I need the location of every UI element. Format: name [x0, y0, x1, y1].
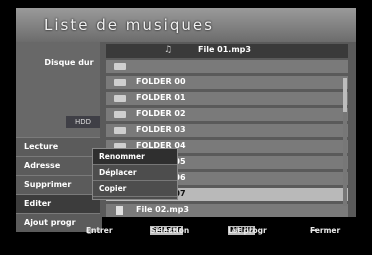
folder-icon	[114, 111, 126, 118]
list-item-label: FOLDER 01	[136, 93, 186, 102]
list-item-label: FOLDER 02	[136, 109, 186, 118]
submenu-item-deplacer[interactable]: Déplacer	[93, 165, 177, 181]
menu-item-supprimer[interactable]: Supprimer	[16, 175, 102, 194]
scrollbar-thumb[interactable]	[343, 78, 347, 112]
menu-item-adresse[interactable]: Adresse	[16, 156, 102, 175]
disc-button[interactable]: HDD	[66, 116, 100, 128]
disc-label: Disque dur	[44, 58, 94, 67]
folder-icon	[114, 79, 126, 86]
music-note-icon: ♫	[164, 45, 173, 55]
menu-item-editer[interactable]: Editer	[16, 194, 102, 213]
list-item-label: FOLDER 00	[136, 77, 186, 86]
list-item[interactable]: FOLDER 02	[106, 108, 348, 121]
list-item-up[interactable]	[106, 60, 348, 73]
side-menu: Lecture Adresse Supprimer Editer Ajout p…	[16, 137, 102, 232]
list-item[interactable]: FOLDER 00	[106, 76, 348, 89]
list-item-label: File 02.mp3	[136, 205, 189, 214]
list-item[interactable]: FOLDER 03	[106, 124, 348, 137]
folder-up-icon	[114, 63, 126, 70]
folder-icon	[114, 95, 126, 102]
list-item-label: FOLDER 03	[136, 125, 186, 134]
folder-icon	[114, 127, 126, 134]
list-header: ♫ File 01.mp3	[106, 44, 348, 58]
page-title: Liste de musiques	[44, 16, 214, 34]
edit-submenu: Renommer Déplacer Copier	[92, 148, 178, 200]
title-bar: Liste de musiques	[16, 8, 356, 42]
submenu-item-renommer[interactable]: Renommer	[93, 149, 177, 165]
list-item-file[interactable]: File 02.mp3	[106, 204, 348, 217]
menu-item-lecture[interactable]: Lecture	[16, 137, 102, 156]
music-list-screen: Liste de musiques Disque dur HDD Lecture…	[0, 0, 372, 255]
submenu-item-copier[interactable]: Copier	[93, 181, 177, 197]
scrollbar[interactable]	[343, 78, 347, 206]
file-icon	[116, 206, 123, 215]
current-file-name: File 01.mp3	[198, 45, 251, 54]
help-bar: ◎ Entrer SELECT Sélection MENU Lst progr…	[86, 226, 341, 235]
list-item[interactable]: FOLDER 01	[106, 92, 348, 105]
left-panel: Disque dur HDD Lecture Adresse Supprimer…	[16, 42, 102, 232]
